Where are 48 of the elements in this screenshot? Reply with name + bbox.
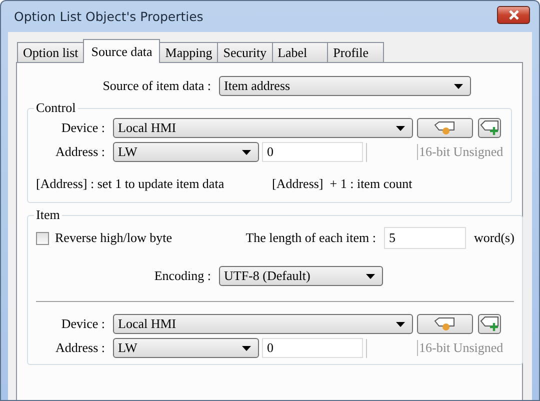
tab[interactable]: Profile	[327, 42, 384, 62]
tag-plus-icon	[480, 120, 500, 136]
address-field[interactable]: 0	[262, 142, 363, 162]
data-format-label: 16-bit Unsigned	[417, 144, 504, 160]
group-title: Control	[35, 100, 77, 116]
close-button[interactable]	[497, 6, 530, 24]
checkbox-label: Reverse high/low byte	[55, 230, 173, 246]
add-tag-button[interactable]	[478, 118, 501, 138]
caret-icon	[366, 274, 375, 278]
device-dropdown[interactable]: Local HMI	[113, 314, 413, 334]
tab[interactable]: Mapping	[159, 42, 218, 62]
address-field[interactable]: 0	[262, 338, 363, 358]
unit-label: word(s)	[474, 230, 514, 246]
caret-icon	[396, 126, 405, 130]
tab[interactable]: Label	[272, 42, 328, 62]
field-label: Device :	[60, 316, 105, 332]
note-text: [Address] + 1 : item count	[272, 176, 412, 192]
group-title: Item	[35, 207, 61, 223]
field-label: Address :	[54, 144, 105, 160]
tag-icon	[434, 317, 456, 331]
tag-button[interactable]	[417, 118, 473, 138]
add-tag-button[interactable]	[478, 314, 501, 334]
field-label: The length of each item :	[244, 230, 376, 246]
field-label: Device :	[60, 120, 105, 136]
address-type-dropdown[interactable]: LW	[113, 338, 259, 358]
tab[interactable]: Security	[217, 42, 273, 62]
encoding-dropdown[interactable]: UTF-8 (Default)	[219, 266, 383, 286]
data-format-label: 16-bit Unsigned	[417, 340, 504, 356]
checkbox[interactable]	[36, 232, 49, 244]
field-label: Encoding :	[153, 268, 211, 284]
address-type-dropdown[interactable]: LW	[113, 142, 259, 162]
length-field[interactable]: 5	[384, 227, 466, 249]
tab[interactable]: Option list	[17, 42, 84, 62]
device-dropdown[interactable]: Local HMI	[113, 118, 413, 138]
close-icon	[508, 10, 520, 20]
caret-icon	[242, 150, 251, 154]
tag-button[interactable]	[417, 314, 473, 334]
caret-icon	[242, 346, 251, 350]
caret-icon	[454, 84, 463, 88]
caret-icon	[396, 322, 405, 326]
field-label: Source of item data :	[102, 78, 211, 94]
field-label: Address :	[54, 340, 105, 356]
tag-plus-icon	[480, 316, 500, 332]
window-title: Option List Object's Properties	[14, 9, 204, 24]
note-text: [Address] : set 1 to update item data	[36, 176, 226, 192]
tag-icon	[434, 121, 456, 135]
source-dropdown[interactable]: Item address	[219, 76, 471, 96]
tab[interactable]: Source data	[83, 39, 160, 63]
